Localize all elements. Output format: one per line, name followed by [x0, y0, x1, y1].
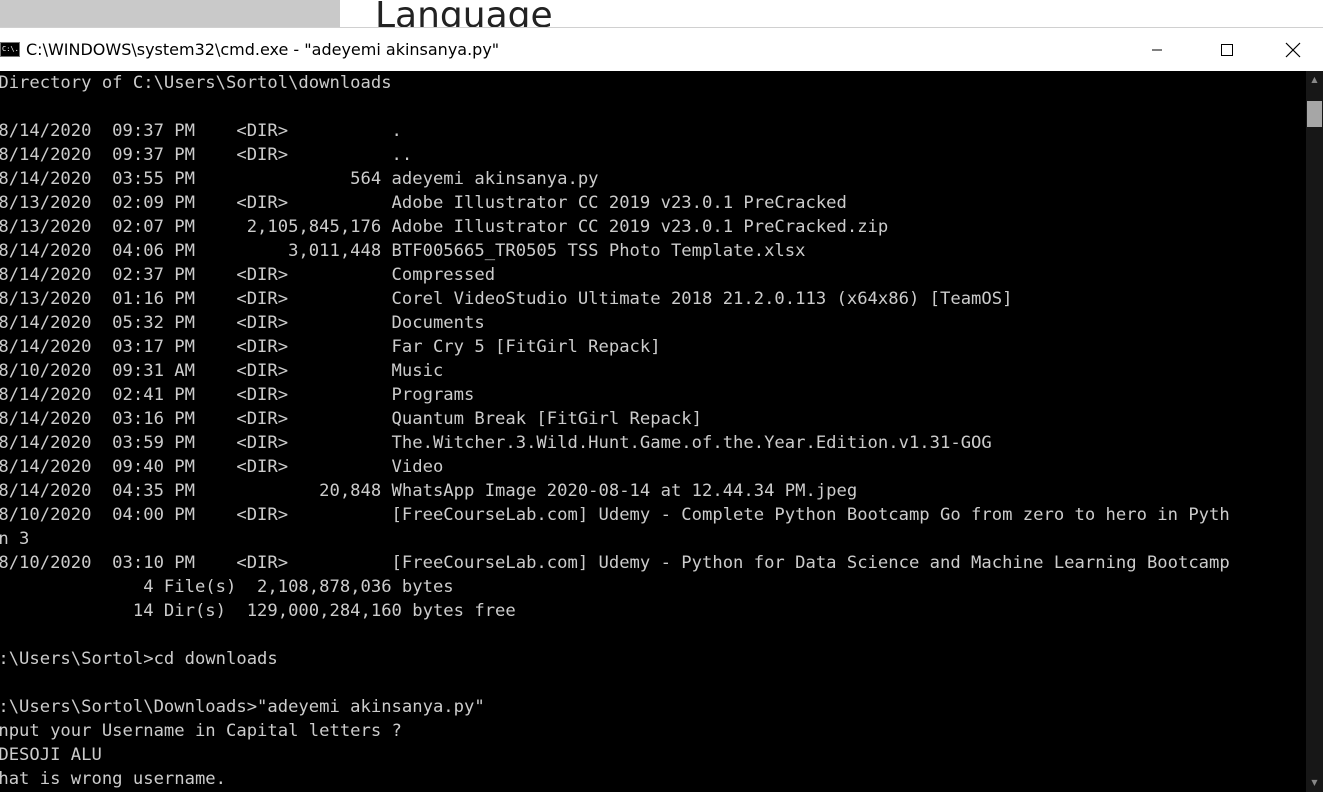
close-button[interactable]: [1262, 28, 1323, 72]
cmd-app-icon[interactable]: C:\.: [0, 42, 20, 57]
maximize-button[interactable]: [1192, 28, 1262, 72]
console-line: ADESOJI ALU: [0, 745, 102, 765]
console-line: 08/14/2020 03:17 PM <DIR> Far Cry 5 [Fit…: [0, 337, 661, 357]
console-line: 08/10/2020 03:10 PM <DIR> [FreeCourseLab…: [0, 553, 1230, 573]
console-line: 08/14/2020 09:37 PM <DIR> .: [0, 121, 402, 141]
console-line: 08/14/2020 03:16 PM <DIR> Quantum Break …: [0, 409, 702, 429]
console-line: 08/14/2020 05:32 PM <DIR> Documents: [0, 313, 485, 333]
console-line: 08/14/2020 09:40 PM <DIR> Video: [0, 457, 444, 477]
console-line: 08/14/2020 04:35 PM 20,848 WhatsApp Imag…: [0, 481, 858, 501]
cmd-window: C:\. C:\WINDOWS\system32\cmd.exe - "adey…: [0, 27, 1323, 792]
scroll-up-arrow-icon[interactable]: ▲: [1306, 75, 1323, 85]
minimize-button[interactable]: [1122, 28, 1192, 72]
console-line: 08/14/2020 04:06 PM 3,011,448 BTF005665_…: [0, 241, 806, 261]
console-line: 08/13/2020 01:16 PM <DIR> Corel VideoStu…: [0, 289, 1013, 309]
console-output[interactable]: Directory of C:\Users\Sortol\downloads 0…: [0, 71, 1306, 792]
console-line: 08/14/2020 03:55 PM 564 adeyemi akinsany…: [0, 169, 599, 189]
close-icon: [1285, 42, 1300, 58]
console-line: 08/10/2020 04:00 PM <DIR> [FreeCourseLab…: [0, 505, 1230, 525]
console-line: Directory of C:\Users\Sortol\downloads: [0, 73, 392, 93]
console-line: on 3: [0, 529, 30, 549]
console-line: 08/14/2020 02:41 PM <DIR> Programs: [0, 385, 475, 405]
background-heading: Language: [375, 0, 553, 27]
scroll-down-arrow-icon[interactable]: ▼: [1306, 778, 1323, 788]
background-window: Language: [340, 0, 1323, 27]
window-title: C:\WINDOWS\system32\cmd.exe - "adeyemi a…: [26, 40, 500, 59]
title-bar[interactable]: C:\. C:\WINDOWS\system32\cmd.exe - "adey…: [0, 27, 1323, 71]
background-window-left: [0, 0, 340, 27]
minimize-icon: [1152, 49, 1162, 51]
console-line: C:\Users\Sortol>cd downloads: [0, 649, 278, 669]
console-line: 14 Dir(s) 129,000,284,160 bytes free: [0, 601, 516, 621]
console-line: 08/10/2020 09:31 AM <DIR> Music: [0, 361, 444, 381]
console-line: 08/14/2020 02:37 PM <DIR> Compressed: [0, 265, 496, 285]
vertical-scrollbar[interactable]: ▲ ▼: [1306, 71, 1323, 792]
console-line: 08/14/2020 09:37 PM <DIR> ..: [0, 145, 413, 165]
console-text: Directory of C:\Users\Sortol\downloads 0…: [0, 71, 1230, 791]
console-line: What is wrong username.: [0, 769, 226, 789]
maximize-icon: [1221, 44, 1233, 56]
scroll-thumb[interactable]: [1307, 101, 1322, 127]
console-line: 08/13/2020 02:07 PM 2,105,845,176 Adobe …: [0, 217, 889, 237]
console-line: 08/14/2020 03:59 PM <DIR> The.Witcher.3.…: [0, 433, 992, 453]
console-line: Input your Username in Capital letters ?: [0, 721, 402, 741]
console-line: C:\Users\Sortol\Downloads>"adeyemi akins…: [0, 697, 485, 717]
console-line: 08/13/2020 02:09 PM <DIR> Adobe Illustra…: [0, 193, 847, 213]
console-line: 4 File(s) 2,108,878,036 bytes: [0, 577, 454, 597]
